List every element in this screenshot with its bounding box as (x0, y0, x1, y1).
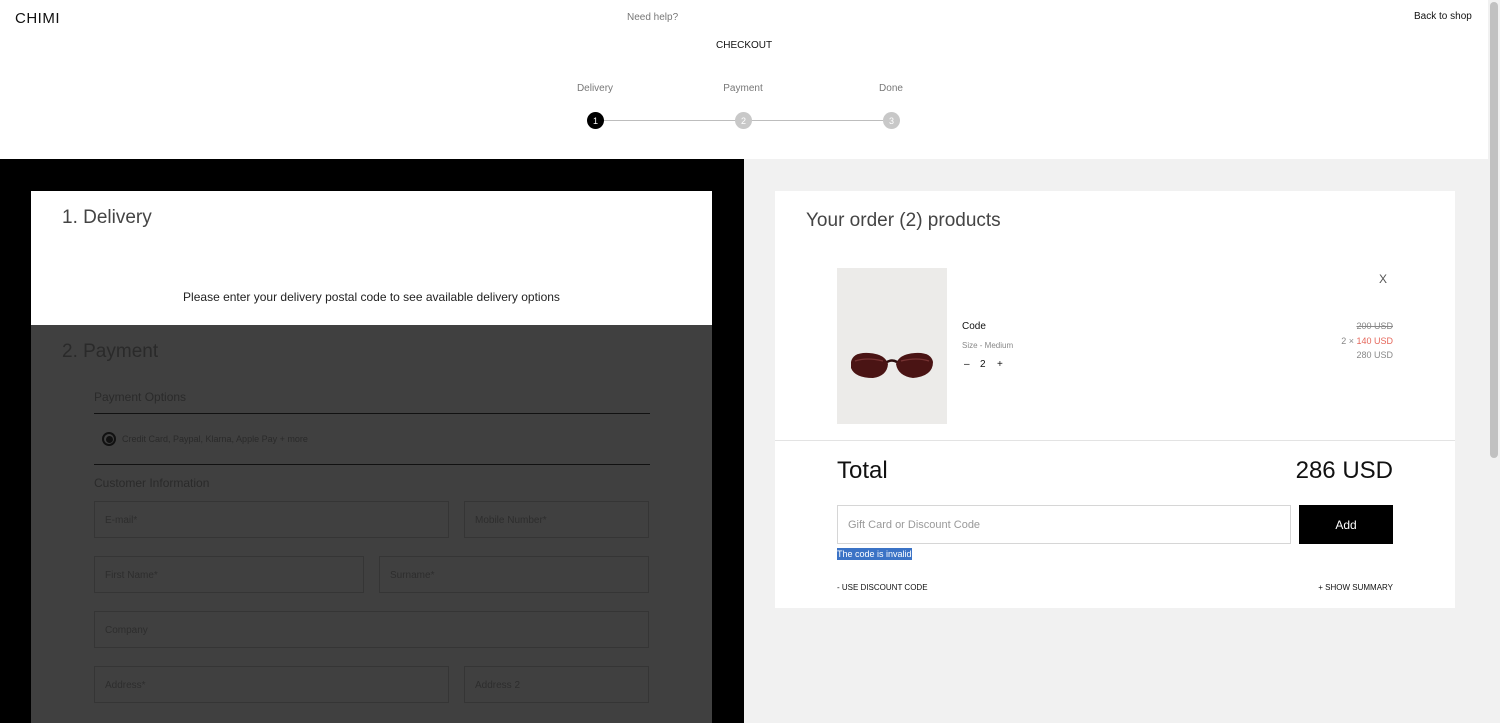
sale-price-value: 140 USD (1356, 336, 1393, 346)
payment-section: 2. Payment Payment Options Credit Card, … (31, 325, 712, 723)
step-dot-delivery: 1 (587, 112, 604, 129)
payment-title: 2. Payment (62, 341, 159, 362)
product-name[interactable]: Code (962, 321, 986, 332)
sale-price: 2 × 140 USD (1341, 336, 1393, 346)
discount-code-input[interactable] (837, 505, 1291, 544)
email-field[interactable]: E-mail* (94, 501, 449, 538)
remove-item-button[interactable]: X (1379, 272, 1387, 286)
page-title: CHECKOUT (716, 40, 773, 51)
product-size: Size - Medium (962, 341, 1014, 350)
step-label-payment: Payment (723, 83, 763, 94)
line-total: 280 USD (1356, 350, 1393, 360)
add-code-button[interactable]: Add (1299, 505, 1393, 544)
address-field[interactable]: Address* (94, 666, 449, 703)
code-error-message: The code is invalid (837, 548, 912, 560)
delivery-title: 1. Delivery (62, 207, 152, 228)
brand-logo[interactable]: CHIMI (15, 10, 60, 27)
sunglasses-icon (851, 352, 933, 378)
step-dot-done: 3 (883, 112, 900, 129)
total-label: Total (837, 457, 888, 484)
address-2-field[interactable]: Address 2 (464, 666, 649, 703)
divider (775, 440, 1455, 441)
original-price: 200 USD (1356, 321, 1393, 331)
divider (94, 413, 650, 414)
order-title: Your order (2) products (806, 210, 1001, 231)
payment-option-label: Credit Card, Paypal, Klarna, Apple Pay +… (122, 434, 308, 444)
payment-options-label: Payment Options (94, 390, 187, 404)
product-image (837, 268, 947, 424)
scrollbar-thumb[interactable] (1490, 2, 1498, 458)
customer-info-label: Customer Information (94, 476, 210, 490)
step-dot-payment: 2 (735, 112, 752, 129)
delivery-message: Please enter your delivery postal code t… (183, 290, 560, 304)
need-help-link[interactable]: Need help? (627, 12, 678, 23)
step-label-done: Done (879, 83, 903, 94)
quantity-value: 2 (980, 359, 986, 370)
quantity-increase-button[interactable]: + (997, 359, 1003, 370)
use-discount-code-link[interactable]: - USE DISCOUNT CODE (837, 583, 928, 592)
order-card: Your order (2) products Code Size - Medi… (775, 191, 1455, 608)
surname-field[interactable]: Surname* (379, 556, 649, 593)
mobile-number-field[interactable]: Mobile Number* (464, 501, 649, 538)
price-multiplier: 2 × (1341, 336, 1357, 346)
payment-option-radio[interactable] (102, 432, 116, 446)
radio-dot (105, 435, 113, 443)
back-to-shop-link[interactable]: Back to shop (1414, 11, 1472, 22)
company-field[interactable]: Company (94, 611, 649, 648)
quantity-decrease-button[interactable]: – (964, 359, 970, 370)
show-summary-link[interactable]: + SHOW SUMMARY (1318, 583, 1393, 592)
divider (94, 464, 650, 465)
delivery-section: 1. Delivery Please enter your delivery p… (31, 191, 712, 325)
first-name-field[interactable]: First Name* (94, 556, 364, 593)
total-value: 286 USD (1295, 457, 1393, 484)
step-label-delivery: Delivery (576, 83, 614, 94)
